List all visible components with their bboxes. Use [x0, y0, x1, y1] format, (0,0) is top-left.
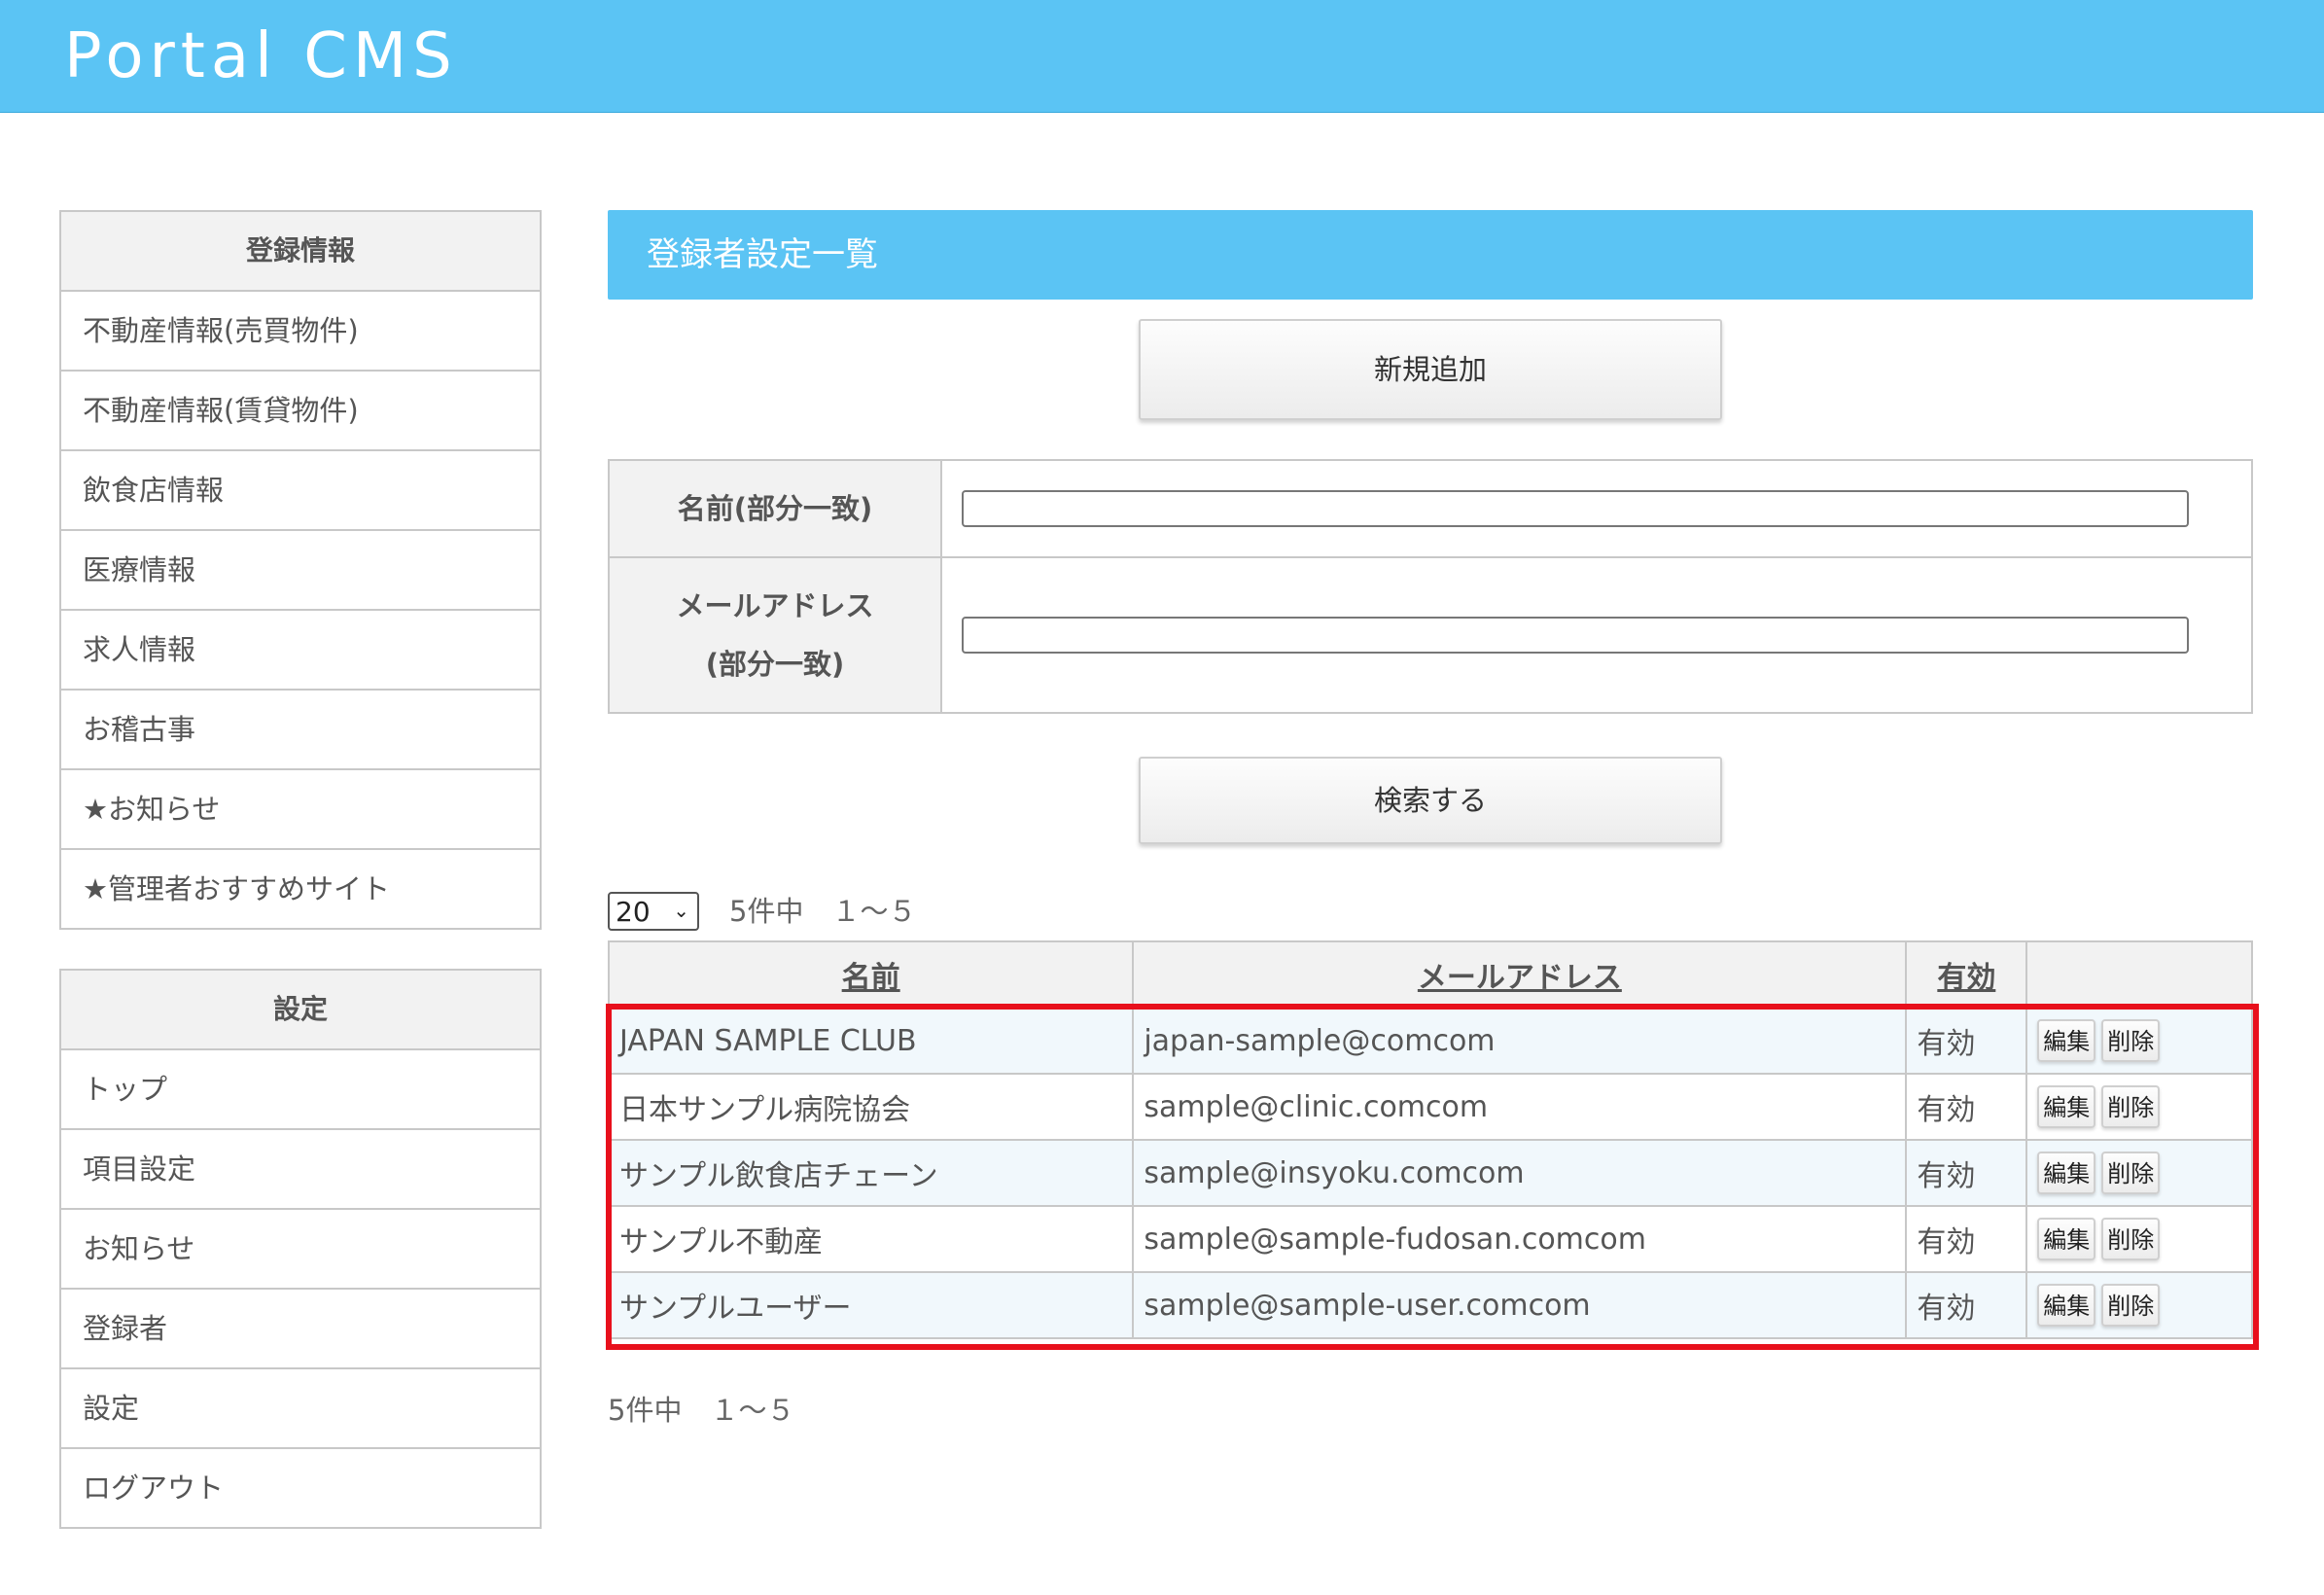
search-button[interactable]: 検索する: [1139, 757, 1722, 844]
sidebar-item-jobs[interactable]: 求人情報: [61, 611, 540, 691]
delete-button[interactable]: 削除: [2101, 1284, 2161, 1327]
column-header-status[interactable]: 有効: [1905, 940, 2028, 1009]
cell-status: 有効: [1905, 1073, 2028, 1141]
email-search-label: メールアドレス (部分一致): [608, 556, 942, 714]
chevron-down-icon: ⌄: [673, 899, 689, 922]
cell-email: sample@clinic.comcom: [1132, 1073, 1908, 1141]
edit-button[interactable]: 編集: [2037, 1152, 2096, 1194]
cell-name: サンプルユーザー: [607, 1271, 1135, 1339]
sidebar-item-rental-property[interactable]: 不動産情報(賃貸物件): [61, 372, 540, 451]
cell-name: 日本サンプル病院協会: [607, 1073, 1135, 1141]
sidebar-item-registrants[interactable]: 登録者: [61, 1290, 540, 1369]
table-row: サンプルユーザー sample@sample-user.comcom 有効 編集…: [607, 1271, 2253, 1339]
sidebar-item-news[interactable]: ★お知らせ: [61, 770, 540, 850]
delete-button[interactable]: 削除: [2101, 1085, 2161, 1128]
cell-name: サンプル飲食店チェーン: [607, 1139, 1135, 1207]
cell-status: 有効: [1905, 1007, 2028, 1075]
app-header: Portal CMS: [0, 0, 2324, 113]
sidebar-item-sale-property[interactable]: 不動産情報(売買物件): [61, 292, 540, 372]
name-search-input[interactable]: [962, 490, 2189, 527]
table-row: サンプル飲食店チェーン sample@insyoku.comcom 有効 編集削…: [607, 1139, 2253, 1207]
email-search-label-line1: メールアドレス: [676, 589, 874, 622]
sidebar-item-lessons[interactable]: お稽古事: [61, 691, 540, 770]
delete-button[interactable]: 削除: [2101, 1152, 2161, 1194]
cell-name: サンプル不動産: [607, 1205, 1135, 1273]
sidebar-item-field-settings[interactable]: 項目設定: [61, 1130, 540, 1210]
sidebar-heading-settings: 設定: [61, 971, 540, 1050]
edit-button[interactable]: 編集: [2037, 1019, 2096, 1062]
edit-button[interactable]: 編集: [2037, 1284, 2096, 1327]
per-page-value: 20: [616, 896, 651, 928]
cell-email: sample@insyoku.comcom: [1132, 1139, 1908, 1207]
table-row: 日本サンプル病院協会 sample@clinic.comcom 有効 編集 削除: [607, 1073, 2253, 1141]
cell-name: JAPAN SAMPLE CLUB: [607, 1007, 1135, 1075]
delete-button[interactable]: 削除: [2101, 1019, 2161, 1062]
cell-status: 有効: [1905, 1139, 2028, 1207]
cell-email: japan-sample@comcom: [1132, 1007, 1908, 1075]
email-search-input[interactable]: [962, 617, 2189, 654]
sidebar-item-recommended-sites[interactable]: ★管理者おすすめサイト: [61, 850, 540, 928]
email-search-label-line2: (部分一致): [705, 648, 845, 681]
sidebar-heading-registration: 登録情報: [61, 212, 540, 292]
registrant-table: 名前 メールアドレス 有効 JAPAN SAMPLE CLUB japan-sa…: [607, 940, 2253, 1339]
sidebar-item-logout[interactable]: ログアウト: [61, 1449, 540, 1527]
table-row: サンプル不動産 sample@sample-fudosan.comcom 有効 …: [607, 1205, 2253, 1273]
cell-email: sample@sample-fudosan.comcom: [1132, 1205, 1908, 1273]
column-header-actions: [2025, 940, 2253, 1009]
sidebar-item-top[interactable]: トップ: [61, 1050, 540, 1130]
cell-email: sample@sample-user.comcom: [1132, 1271, 1908, 1339]
app-title[interactable]: Portal CMS: [64, 16, 458, 97]
result-summary-bottom: 5件中 １～５: [608, 1394, 795, 1427]
per-page-select[interactable]: 20 ⌄: [608, 892, 699, 931]
search-form: 名前(部分一致) メールアドレス (部分一致): [608, 459, 2253, 714]
delete-button[interactable]: 削除: [2101, 1218, 2161, 1260]
sidebar-item-restaurant[interactable]: 飲食店情報: [61, 451, 540, 531]
sidebar-item-notices[interactable]: お知らせ: [61, 1210, 540, 1290]
cell-status: 有効: [1905, 1271, 2028, 1339]
column-header-name[interactable]: 名前: [607, 940, 1135, 1009]
sidebar-registration: 登録情報 不動産情報(売買物件) 不動産情報(賃貸物件) 飲食店情報 医療情報 …: [59, 210, 542, 930]
sidebar-item-settings[interactable]: 設定: [61, 1369, 540, 1449]
page-title: 登録者設定一覧: [608, 210, 2253, 300]
sidebar-item-medical[interactable]: 医療情報: [61, 531, 540, 611]
edit-button[interactable]: 編集: [2037, 1218, 2096, 1260]
name-search-label: 名前(部分一致): [608, 459, 942, 558]
edit-button[interactable]: 編集: [2037, 1085, 2096, 1128]
cell-status: 有効: [1905, 1205, 2028, 1273]
result-summary: 5件中 １～５: [729, 895, 917, 928]
add-new-button[interactable]: 新規追加: [1139, 319, 1722, 420]
column-header-email[interactable]: メールアドレス: [1132, 940, 1908, 1009]
table-row: JAPAN SAMPLE CLUB japan-sample@comcom 有効…: [607, 1007, 2253, 1075]
sidebar-settings: 設定 トップ 項目設定 お知らせ 登録者 設定 ログアウト: [59, 969, 542, 1529]
